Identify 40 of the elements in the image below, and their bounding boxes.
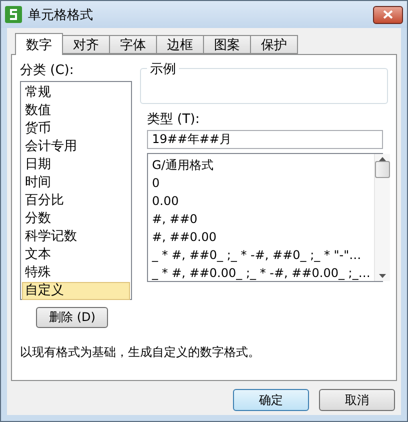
scroll-down-icon[interactable] bbox=[379, 274, 386, 278]
category-item[interactable]: 会计专用 bbox=[22, 138, 130, 156]
category-item[interactable]: 科学记数 bbox=[22, 228, 130, 246]
tab[interactable]: 边框 bbox=[156, 35, 204, 54]
close-icon bbox=[383, 10, 393, 19]
category-item[interactable]: 数值 bbox=[22, 102, 130, 120]
category-item[interactable]: 货币 bbox=[22, 120, 130, 138]
scrollbar[interactable] bbox=[374, 154, 390, 281]
category-item[interactable]: 特殊 bbox=[22, 264, 130, 282]
category-item[interactable]: 时间 bbox=[22, 174, 130, 192]
category-item[interactable]: 自定义 bbox=[22, 282, 130, 300]
format-item[interactable]: G/通用格式 bbox=[152, 156, 370, 174]
category-item[interactable]: 文本 bbox=[22, 246, 130, 264]
ok-button[interactable]: 确定 bbox=[233, 389, 309, 411]
scroll-thumb[interactable] bbox=[375, 161, 390, 178]
tab[interactable]: 字体 bbox=[109, 35, 157, 54]
type-label: 类型 (T): bbox=[147, 111, 201, 128]
sample-label: 示例 bbox=[147, 60, 179, 78]
format-item[interactable]: 0 bbox=[152, 174, 370, 192]
format-item[interactable]: 0.00 bbox=[152, 192, 370, 210]
tab[interactable]: 图案 bbox=[203, 35, 251, 54]
tab[interactable]: 保护 bbox=[250, 35, 298, 54]
cancel-button[interactable]: 取消 bbox=[319, 389, 395, 411]
app-icon bbox=[5, 6, 22, 23]
window-title: 单元格格式 bbox=[28, 6, 94, 24]
format-item[interactable]: _ * #, ##0.00_ ;_ * -#, ##0.00_ ;_… bbox=[152, 264, 370, 282]
category-item[interactable]: 日期 bbox=[22, 156, 130, 174]
format-item[interactable]: #, ##0 bbox=[152, 210, 370, 228]
delete-button[interactable]: 删除 (D) bbox=[36, 307, 108, 328]
category-item[interactable]: 百分比 bbox=[22, 192, 130, 210]
description-text: 以现有格式为基础，生成自定义的数字格式。 bbox=[20, 344, 261, 361]
tab[interactable]: 数字 bbox=[15, 33, 63, 55]
type-field[interactable]: 19##年##月 bbox=[147, 130, 383, 149]
tab[interactable]: 对齐 bbox=[62, 35, 110, 54]
category-item[interactable]: 常规 bbox=[22, 84, 130, 102]
format-item[interactable]: #, ##0.00 bbox=[152, 228, 370, 246]
format-item[interactable]: _ * #, ##0_ ;_ * -#, ##0_ ;_ * "-"… bbox=[152, 246, 370, 264]
close-button[interactable] bbox=[373, 6, 403, 24]
category-label: 分类 (C): bbox=[20, 62, 75, 79]
category-item[interactable]: 分数 bbox=[22, 210, 130, 228]
